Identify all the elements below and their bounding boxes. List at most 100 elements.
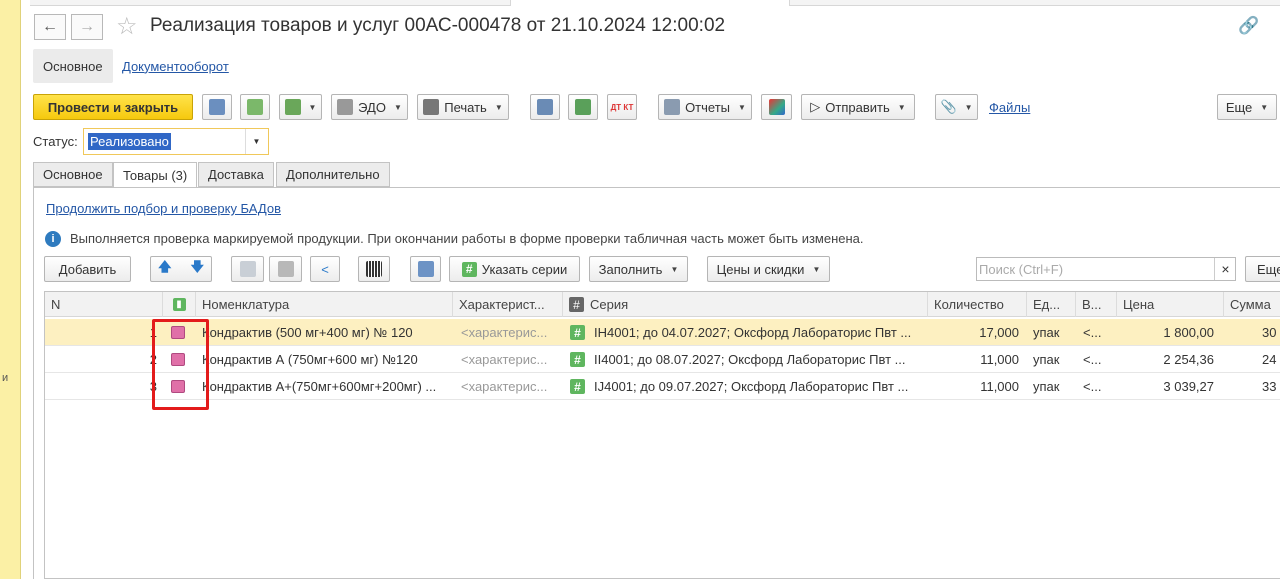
paste-icon (277, 261, 294, 277)
attach-button[interactable]: 📎 ▼ (935, 94, 978, 120)
active-window-tab[interactable] (510, 0, 790, 6)
run-button[interactable] (761, 94, 792, 120)
save-button[interactable] (202, 94, 232, 120)
print-button[interactable]: Печать ▼ (417, 94, 509, 120)
row-series[interactable]: IH4001; до 04.07.2027; Оксфорд Лаборaтор… (594, 319, 924, 346)
prices-discounts-button[interactable]: Цены и скидки ▼ (707, 256, 830, 282)
arrow-down-icon[interactable]: 🡇 (191, 258, 204, 280)
edit-button[interactable] (568, 94, 598, 120)
check-button[interactable] (410, 256, 441, 282)
chevron-down-icon: ▼ (964, 102, 973, 112)
column-quantity[interactable]: Количество (928, 292, 1027, 317)
chevron-down-icon: ▼ (812, 264, 821, 274)
row-v[interactable]: <... (1083, 319, 1113, 346)
column-characteristic[interactable]: Характерист... (453, 292, 563, 317)
column-sum[interactable]: Сумма (1224, 292, 1280, 317)
copy-button[interactable] (231, 256, 264, 282)
chevron-down-icon: ▼ (393, 102, 402, 112)
bad-check-link[interactable]: Продолжить подбор и проверку БАДов (46, 201, 281, 216)
info-message: Выполняется проверка маркируемой продукц… (70, 231, 864, 246)
row-price[interactable]: 1 800,00 (1117, 319, 1220, 346)
dt-kt-icon: ДТ КТ (610, 102, 634, 112)
favorite-star-icon[interactable]: ☆ (116, 12, 138, 41)
panel-border (33, 187, 34, 579)
section-tab-docflow[interactable]: Документооборот (112, 49, 239, 83)
status-value[interactable]: Реализовано (88, 133, 171, 150)
row-series[interactable]: IJ4001; до 09.07.2027; Оксфорд Лаборaтор… (594, 373, 924, 400)
row-price[interactable]: 2 254,36 (1117, 346, 1220, 373)
search-placeholder: Поиск (Ctrl+F) (979, 262, 1064, 277)
row-characteristic[interactable]: <характерис... (461, 373, 561, 400)
send-button[interactable]: ▷ Отправить ▼ (801, 94, 915, 120)
fill-button[interactable]: Заполнить ▼ (589, 256, 688, 282)
marking-header-icon: ▮ (172, 298, 186, 311)
column-unit[interactable]: Ед... (1027, 292, 1076, 317)
barcode-button[interactable] (358, 256, 390, 282)
search-clear-button[interactable]: × (1214, 258, 1236, 280)
post-and-close-button[interactable]: Провести и закрыть (33, 94, 193, 120)
arrow-up-icon[interactable]: 🡅 (158, 258, 171, 280)
tab-main[interactable]: Основное (33, 162, 113, 187)
column-series[interactable]: # Серия (563, 292, 928, 317)
row-nomenclature[interactable]: Кондрактив А+(750мг+600мг+200мг) ... (202, 373, 450, 400)
list-button[interactable] (530, 94, 560, 120)
column-mark[interactable]: ▮ (163, 292, 196, 317)
post-button[interactable] (240, 94, 270, 120)
row-quantity[interactable]: 11,000 (928, 346, 1025, 373)
chevron-down-icon[interactable]: ▼ (245, 129, 267, 154)
row-v[interactable]: <... (1083, 346, 1113, 373)
row-quantity[interactable]: 11,000 (928, 373, 1025, 400)
barcode-icon (366, 261, 382, 277)
printer-icon (423, 99, 440, 115)
row-v[interactable]: <... (1083, 373, 1113, 400)
row-characteristic[interactable]: <характерис... (461, 346, 561, 373)
chevron-down-icon: ▼ (1260, 102, 1269, 112)
row-quantity[interactable]: 17,000 (928, 319, 1025, 346)
row-nomenclature[interactable]: Кондрактив (500 мг+400 мг) № 120 (202, 319, 450, 346)
send-icon: ▷ (810, 99, 821, 114)
add-button[interactable]: Добавить (44, 256, 131, 282)
files-link[interactable]: Файлы (989, 100, 1030, 115)
split-button[interactable]: < (310, 256, 340, 282)
row-unit[interactable]: упак (1033, 319, 1073, 346)
reports-button[interactable]: Отчеты ▼ (658, 94, 752, 120)
forward-button[interactable]: → (71, 14, 103, 40)
arrow-left-icon: ← (42, 18, 58, 35)
row-number: 2 (149, 352, 157, 367)
column-n[interactable]: N (45, 292, 163, 317)
tab-goods[interactable]: Товары (3) (113, 162, 198, 188)
column-v[interactable]: В... (1076, 292, 1117, 317)
row-sum[interactable]: 24 (1262, 346, 1280, 373)
play-icon (768, 99, 785, 115)
row-price[interactable]: 3 039,27 (1117, 373, 1220, 400)
row-unit[interactable]: упак (1033, 346, 1073, 373)
row-sum[interactable]: 30 (1262, 319, 1280, 346)
row-sum[interactable]: 33 (1262, 373, 1280, 400)
tab-additional[interactable]: Дополнительно (276, 162, 390, 187)
edo-label: ЭДО (358, 99, 386, 115)
more-button[interactable]: Еще ▼ (1217, 94, 1277, 120)
row-unit[interactable]: упак (1033, 373, 1073, 400)
tab-divider (33, 187, 1280, 188)
link-icon[interactable]: 🔗 (1238, 16, 1259, 36)
debit-credit-button[interactable]: ДТ КТ (607, 94, 637, 120)
print-label: Печать (444, 99, 487, 115)
specify-series-button[interactable]: # Указать серии (449, 256, 580, 282)
tab-delivery[interactable]: Доставка (198, 162, 274, 187)
row-nomenclature[interactable]: Кондрактив А (750мг+600 мг) №120 (202, 346, 450, 373)
reports-label: Отчеты (685, 99, 730, 115)
table-more-button[interactable]: Еще (1245, 256, 1280, 282)
specify-series-label: Указать серии (481, 261, 568, 277)
back-button[interactable]: ← (34, 14, 66, 40)
create-based-on-button[interactable]: ▼ (279, 94, 322, 120)
copy-icon (239, 261, 256, 277)
row-characteristic[interactable]: <характерис... (461, 319, 561, 346)
chevron-down-icon: ▼ (897, 102, 906, 112)
column-nomenclature[interactable]: Номенклатура (196, 292, 453, 317)
chevron-down-icon: ▼ (308, 102, 317, 112)
edo-button[interactable]: ЭДО ▼ (331, 94, 408, 120)
column-price[interactable]: Цена (1117, 292, 1224, 317)
row-series[interactable]: II4001; до 08.07.2027; Оксфорд Лаборaтор… (594, 346, 924, 373)
paste-button[interactable] (269, 256, 302, 282)
section-tab-main[interactable]: Основное (33, 49, 113, 83)
